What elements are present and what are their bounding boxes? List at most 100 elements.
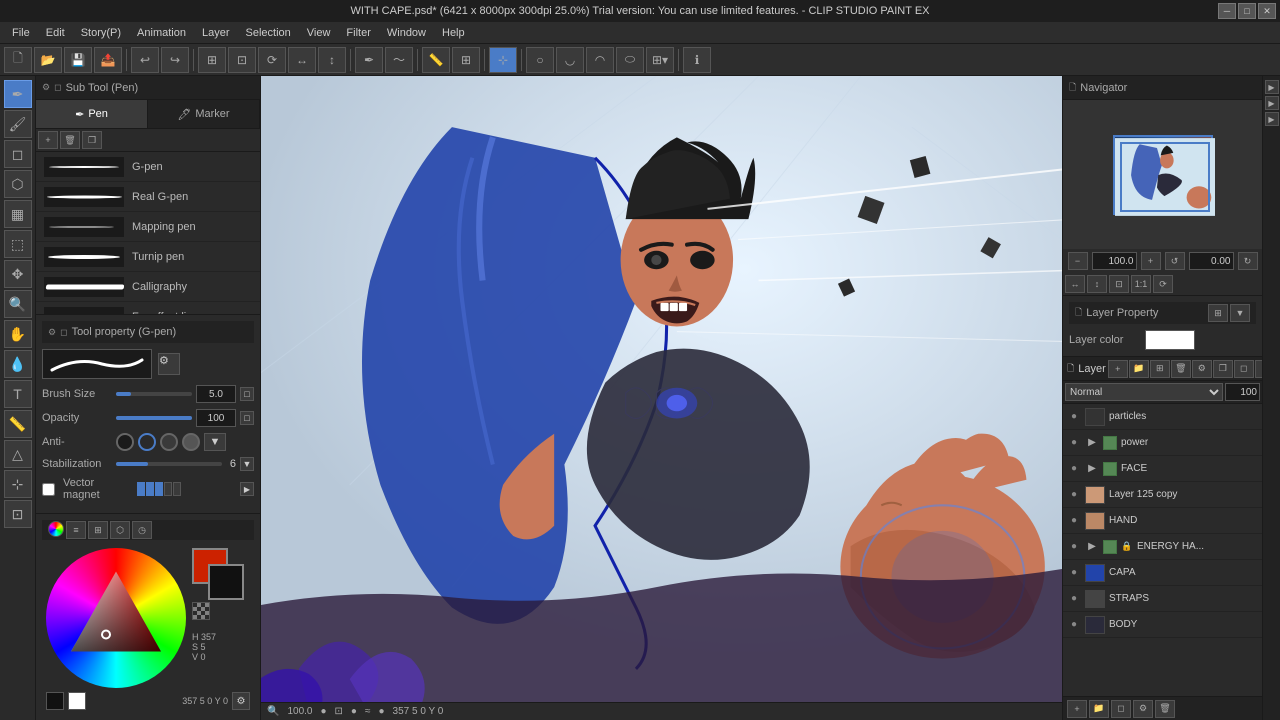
layer-color-picker[interactable] xyxy=(1145,330,1195,350)
layer-item-face[interactable]: ● ▶ FACE xyxy=(1063,456,1262,482)
layer-vis-hand[interactable]: ● xyxy=(1067,514,1081,528)
layer-item-hand[interactable]: ● HAND xyxy=(1063,508,1262,534)
collapse-layers[interactable]: ▶ xyxy=(1265,112,1279,126)
brush-effect-line[interactable]: For effect line xyxy=(36,302,260,314)
export-button[interactable]: 📤 xyxy=(94,47,122,73)
layer-item-capa[interactable]: ● CAPA xyxy=(1063,560,1262,586)
blend-mode-select[interactable]: Normal xyxy=(1065,383,1223,401)
flip-v-button[interactable]: ↕ xyxy=(318,47,346,73)
3d-tool[interactable]: ⊡ xyxy=(4,500,32,528)
layer-item-125copy[interactable]: ● Layer 125 copy xyxy=(1063,482,1262,508)
aa-hard[interactable] xyxy=(182,433,200,451)
layer-settings-btn[interactable]: ⚙ xyxy=(1133,700,1153,718)
circle-tool-button[interactable]: ○ xyxy=(526,47,554,73)
layer-add-mask-btn[interactable]: ◻ xyxy=(1111,700,1131,718)
brush-size-input[interactable] xyxy=(196,385,236,403)
layer-opacity-input[interactable] xyxy=(1225,383,1260,401)
oval-button[interactable]: ⬭ xyxy=(616,47,644,73)
new-button[interactable]: 🗋 xyxy=(4,47,32,73)
grid-button[interactable]: ⊞ xyxy=(452,47,480,73)
nav-zoom-out[interactable]: − xyxy=(1068,252,1088,270)
pen-tool[interactable]: ✒ xyxy=(4,80,32,108)
sp-add-icon[interactable]: + xyxy=(38,131,58,149)
nav-rotate-reset[interactable]: ⟳ xyxy=(1153,275,1173,293)
brush-gpen[interactable]: G-pen xyxy=(36,152,260,182)
menu-window[interactable]: Window xyxy=(379,25,434,41)
transform-button[interactable]: ⊞ xyxy=(198,47,226,73)
layer-prop-btn1[interactable]: ⊞ xyxy=(1208,304,1228,322)
color-mixer-icon[interactable]: ⬡ xyxy=(110,521,130,539)
layer-item-power[interactable]: ● ▶ power xyxy=(1063,430,1262,456)
layer-vis-power[interactable]: ● xyxy=(1067,436,1081,450)
transparent-color[interactable] xyxy=(192,602,210,620)
close-button[interactable]: ✕ xyxy=(1258,3,1276,19)
tab-pen[interactable]: ✒ Pen xyxy=(36,100,148,128)
brush-mapping[interactable]: Mapping pen xyxy=(36,212,260,242)
layer-add-btn[interactable]: + xyxy=(1067,700,1087,718)
redo-button[interactable]: ↪ xyxy=(161,47,189,73)
layer-vis-125copy[interactable]: ● xyxy=(1067,488,1081,502)
menu-animation[interactable]: Animation xyxy=(129,25,194,41)
menu-layer[interactable]: Layer xyxy=(194,25,238,41)
nav-rotate-ccw[interactable]: ↺ xyxy=(1165,252,1185,270)
hand-tool[interactable]: ✋ xyxy=(4,320,32,348)
menu-selection[interactable]: Selection xyxy=(238,25,299,41)
layer-vis-particles[interactable]: ● xyxy=(1067,410,1081,424)
minimize-button[interactable]: ─ xyxy=(1218,3,1236,19)
sp-delete-icon[interactable]: 🗑 xyxy=(60,131,80,149)
layer-new[interactable]: + xyxy=(1108,360,1128,378)
vm-toggle[interactable]: ▶ xyxy=(240,482,254,496)
arc-tool-button[interactable]: ◡ xyxy=(556,47,584,73)
color-wheel-icon[interactable] xyxy=(48,521,64,537)
layer-merge[interactable]: ⊞ xyxy=(1150,360,1170,378)
color-history-icon[interactable]: ◷ xyxy=(132,521,152,539)
white-swatch[interactable] xyxy=(68,692,86,710)
save-button[interactable]: 💾 xyxy=(64,47,92,73)
black-swatch[interactable] xyxy=(46,692,64,710)
menu-filter[interactable]: Filter xyxy=(338,25,378,41)
stabilize-button[interactable]: 〜 xyxy=(385,47,413,73)
opacity-input[interactable] xyxy=(196,409,236,427)
eyedropper-tool[interactable]: 💧 xyxy=(4,350,32,378)
flip-h-button[interactable]: ↔ xyxy=(288,47,316,73)
selection-tool[interactable]: ⬚ xyxy=(4,230,32,258)
layer-item-straps[interactable]: ● STRAPS xyxy=(1063,586,1262,612)
zoom-tool[interactable]: 🔍 xyxy=(4,290,32,318)
rotate-button[interactable]: ⟳ xyxy=(258,47,286,73)
brush-size-slider[interactable] xyxy=(116,392,192,396)
color-sliders-icon[interactable]: ≡ xyxy=(66,521,86,539)
undo-button[interactable]: ↩ xyxy=(131,47,159,73)
canvas-area[interactable]: 🔍 100.0 ● ⊡ ● ≈ ● 357 5 0 Y 0 xyxy=(261,76,1062,720)
gradient-tool[interactable]: ▦ xyxy=(4,200,32,228)
color-panel-menu[interactable]: ⚙ xyxy=(232,692,250,710)
nav-rotate-cw[interactable]: ↻ xyxy=(1238,252,1258,270)
maximize-button[interactable]: □ xyxy=(1238,3,1256,19)
aa-soft[interactable] xyxy=(138,433,156,451)
help-button[interactable]: ℹ xyxy=(683,47,711,73)
menu-help[interactable]: Help xyxy=(434,25,473,41)
vector-magnet-checkbox[interactable] xyxy=(42,483,55,496)
layer-down[interactable]: ▼ xyxy=(1255,360,1262,378)
nav-1to1[interactable]: 1:1 xyxy=(1131,275,1151,293)
tab-marker[interactable]: 🖊 Marker xyxy=(148,100,260,128)
layer-move-tool[interactable]: ⊹ xyxy=(4,470,32,498)
color-swatches-icon[interactable]: ⊞ xyxy=(88,521,108,539)
stab-slider[interactable] xyxy=(116,462,222,466)
layer-delete[interactable]: 🗑 xyxy=(1171,360,1191,378)
aa-none[interactable] xyxy=(116,433,134,451)
cursor-button[interactable]: ⊹ xyxy=(489,47,517,73)
layer-folder-arrow-energy[interactable]: ▶ xyxy=(1085,540,1099,554)
layer-folder-arrow-face[interactable]: ▶ xyxy=(1085,462,1099,476)
pen-pressure-button[interactable]: ✒ xyxy=(355,47,383,73)
fill-tool[interactable]: ⬡ xyxy=(4,170,32,198)
stab-dropdown[interactable]: ▼ xyxy=(240,457,254,471)
layer-item-body[interactable]: ● BODY xyxy=(1063,612,1262,638)
layer-folder-arrow-power[interactable]: ▶ xyxy=(1085,436,1099,450)
snap-button[interactable]: ⊞▾ xyxy=(646,47,674,73)
layer-mask[interactable]: ◻ xyxy=(1234,360,1254,378)
eraser-tool[interactable]: ◻ xyxy=(4,140,32,168)
layer-item-particles[interactable]: ● particles xyxy=(1063,404,1262,430)
saturation-value-triangle[interactable] xyxy=(66,567,166,670)
aa-dropdown[interactable]: ▼ xyxy=(204,433,226,451)
color-wheel-container[interactable] xyxy=(46,548,186,688)
